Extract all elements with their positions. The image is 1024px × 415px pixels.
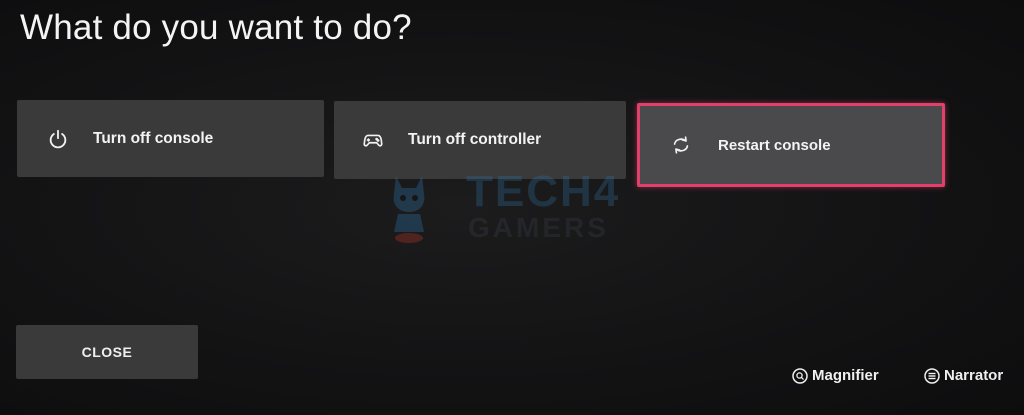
power-icon — [47, 128, 69, 150]
watermark-logo: TECH4 GAMERS — [388, 168, 638, 248]
narrator-icon — [924, 367, 940, 384]
turn-off-console-button[interactable]: Turn off console — [17, 100, 324, 177]
magnifier-button[interactable]: Magnifier — [792, 367, 879, 384]
turn-off-console-label: Turn off console — [93, 129, 214, 147]
restart-icon — [670, 134, 692, 156]
narrator-label: Narrator — [944, 367, 1004, 384]
controller-icon — [362, 129, 384, 151]
close-button[interactable]: CLOSE — [16, 325, 198, 379]
restart-console-label: Restart console — [718, 136, 831, 154]
magnifier-icon — [792, 367, 808, 384]
turn-off-controller-label: Turn off controller — [408, 131, 542, 148]
mascot-icon — [393, 176, 425, 243]
page-title: What do you want to do? — [20, 8, 412, 47]
narrator-button[interactable]: Narrator — [924, 367, 1003, 384]
watermark-line-1: TECH4 — [466, 167, 621, 216]
magnifier-label: Magnifier — [812, 367, 879, 384]
watermark-line-2: GAMERS — [468, 212, 609, 243]
restart-console-button[interactable]: Restart console — [637, 103, 945, 187]
